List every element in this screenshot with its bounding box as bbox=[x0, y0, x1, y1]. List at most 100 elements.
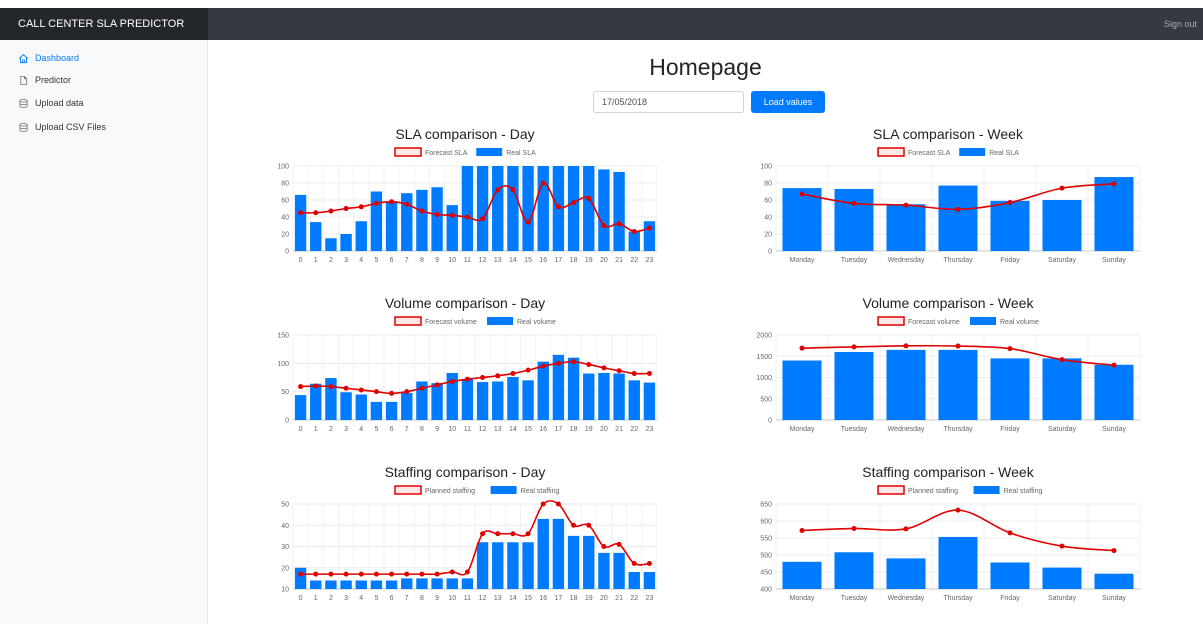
sidebar-item-label: Upload data bbox=[35, 98, 84, 108]
legend-label: Forecast SLA bbox=[425, 150, 468, 157]
chart-bar bbox=[492, 166, 504, 251]
sidebar-item-dashboard[interactable]: Dashboard bbox=[18, 51, 79, 65]
chart-point bbox=[616, 541, 622, 547]
chart-bar bbox=[598, 552, 610, 589]
x-tick-label: 21 bbox=[615, 595, 623, 602]
y-tick-label: 40 bbox=[281, 523, 289, 530]
chart-bar bbox=[446, 205, 458, 251]
chart-bar bbox=[834, 552, 874, 589]
chart-bar bbox=[1042, 200, 1082, 251]
y-tick-label: 2000 bbox=[756, 333, 772, 340]
x-tick-label: 9 bbox=[435, 595, 439, 602]
x-tick-label: 20 bbox=[600, 595, 608, 602]
legend-swatch-bar bbox=[490, 486, 517, 494]
chart-point bbox=[601, 365, 607, 371]
x-tick-label: 14 bbox=[509, 595, 517, 602]
chart-point bbox=[298, 384, 304, 390]
chart-bar bbox=[552, 518, 565, 589]
y-tick-label: 50 bbox=[281, 389, 289, 396]
x-tick-label: Friday bbox=[1000, 595, 1020, 602]
chart-bar bbox=[507, 542, 519, 589]
y-tick-label: 1500 bbox=[756, 354, 772, 361]
chart-bar bbox=[537, 518, 549, 589]
chart-point bbox=[540, 180, 546, 186]
x-tick-label: 23 bbox=[646, 257, 654, 264]
chart-point bbox=[389, 199, 395, 205]
chart-point bbox=[1007, 530, 1013, 536]
chart-point bbox=[903, 526, 909, 532]
x-tick-label: Monday bbox=[790, 595, 815, 602]
y-tick-label: 0 bbox=[285, 418, 289, 425]
load-values-button[interactable]: Load values bbox=[751, 91, 825, 113]
chart-legend: Forecast SLA Real SLA bbox=[394, 147, 536, 157]
chart-legend: Planned staffing Real staffing bbox=[394, 485, 559, 495]
x-tick-label: Sunday bbox=[1102, 595, 1126, 602]
database-icon bbox=[19, 98, 28, 108]
sidebar-item-upload-csv[interactable]: Upload CSV Files bbox=[18, 120, 106, 134]
chart-volume-week: Volume comparison - Week Forecast volume… bbox=[748, 295, 1148, 463]
x-tick-label: 1 bbox=[314, 257, 318, 264]
chart-point bbox=[631, 228, 637, 234]
chart-bar bbox=[567, 166, 580, 251]
y-tick-label: 40 bbox=[281, 215, 289, 222]
chart-bar bbox=[938, 536, 978, 589]
chart-bar bbox=[628, 231, 640, 251]
sidebar-item-label: Dashboard bbox=[35, 53, 80, 63]
chart-bar bbox=[446, 578, 458, 589]
top-navbar: CALL CENTER SLA PREDICTOR Sign out bbox=[0, 8, 1203, 40]
chart-bar bbox=[990, 200, 1030, 251]
chart-bar bbox=[325, 580, 337, 589]
legend-label: Real volume bbox=[1000, 319, 1039, 326]
chart-bar bbox=[355, 221, 367, 251]
sign-out-link[interactable]: Sign out bbox=[1164, 8, 1197, 40]
chart-bar bbox=[567, 357, 580, 420]
x-tick-label: 11 bbox=[464, 595, 471, 602]
chart-bar bbox=[370, 191, 383, 251]
chart-point bbox=[1007, 346, 1013, 352]
chart-point bbox=[851, 344, 857, 350]
app-brand[interactable]: CALL CENTER SLA PREDICTOR bbox=[0, 8, 208, 40]
chart-bar bbox=[834, 352, 874, 420]
chart-bar bbox=[401, 578, 413, 589]
x-tick-label: 13 bbox=[494, 257, 502, 264]
x-tick-label: Sunday bbox=[1102, 426, 1126, 433]
chart-point bbox=[389, 571, 395, 577]
x-tick-label: 1 bbox=[314, 595, 318, 602]
legend-swatch-line bbox=[877, 316, 905, 326]
chart-point bbox=[298, 210, 304, 216]
chart-bar bbox=[886, 349, 926, 420]
x-tick-label: Thursday bbox=[943, 595, 973, 602]
sidebar-item-upload-data[interactable]: Upload data bbox=[18, 96, 84, 110]
chart-point bbox=[373, 200, 379, 206]
x-tick-label: 8 bbox=[420, 426, 424, 433]
x-tick-label: 10 bbox=[448, 426, 456, 433]
chart-bar bbox=[461, 578, 474, 589]
chart-bar bbox=[1042, 567, 1082, 589]
chart-bar bbox=[476, 382, 489, 420]
chart-point bbox=[586, 195, 592, 201]
y-tick-label: 60 bbox=[281, 198, 289, 205]
y-tick-label: 500 bbox=[760, 396, 772, 403]
chart-sla-day: SLA comparison - Day Forecast SLA Real SL… bbox=[265, 126, 665, 294]
chart-bar bbox=[355, 394, 367, 420]
y-tick-label: 0 bbox=[768, 249, 772, 256]
page-title: Homepage bbox=[649, 54, 762, 80]
chart-bar bbox=[310, 580, 322, 589]
date-input[interactable] bbox=[593, 91, 744, 113]
x-tick-label: 5 bbox=[374, 595, 378, 602]
chart-bar bbox=[385, 201, 398, 251]
y-tick-label: 150 bbox=[277, 333, 289, 340]
x-tick-label: 21 bbox=[615, 426, 623, 433]
chart-bar bbox=[834, 188, 874, 251]
chart-bar bbox=[782, 360, 822, 420]
chart-point bbox=[464, 376, 470, 382]
main-content: Homepage Load values SLA comparison - Da… bbox=[208, 40, 1203, 624]
x-tick-label: 8 bbox=[420, 257, 424, 264]
chart-point bbox=[373, 571, 379, 577]
sidebar-item-predictor[interactable]: Predictor bbox=[18, 73, 71, 87]
chart-point bbox=[404, 571, 410, 577]
chart-svg: Forecast SLA Real SLA0204060801000 1 2 3 4 5 6 7… bbox=[277, 147, 658, 264]
chart-point bbox=[313, 210, 319, 216]
y-tick-label: 80 bbox=[764, 181, 772, 188]
chart-staffing-day: Staffing comparison - Day Planned staffi… bbox=[265, 464, 665, 632]
